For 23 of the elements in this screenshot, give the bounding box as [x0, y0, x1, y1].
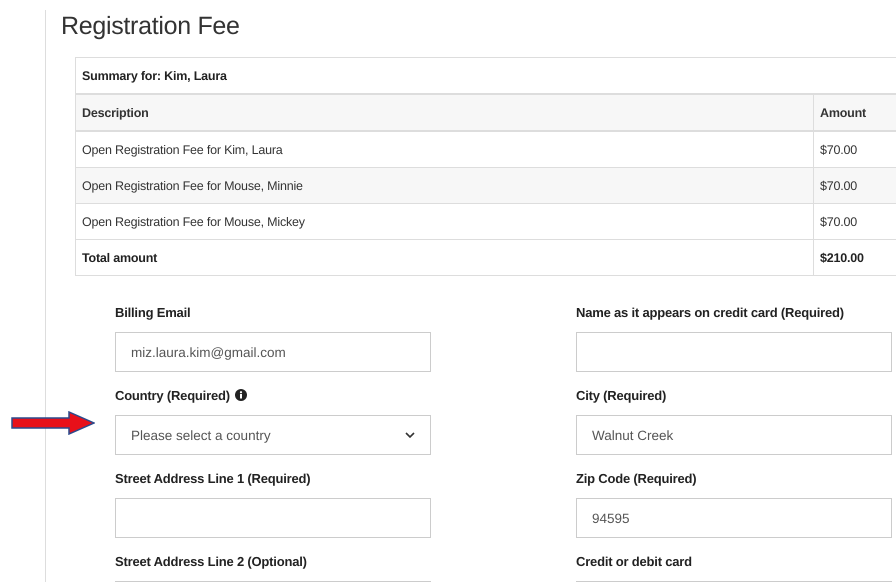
arrow-icon: [11, 411, 95, 435]
field-label: Credit or debit card: [576, 554, 692, 568]
input-field[interactable]: [115, 498, 431, 538]
input-field[interactable]: [576, 332, 892, 372]
field-label: Name as it appears on credit card (Required): [576, 304, 844, 320]
country-select[interactable]: Please select a country: [115, 415, 431, 455]
page-title: Registration Fee: [61, 12, 241, 41]
input-field[interactable]: 94595: [576, 498, 892, 538]
field-label: Street Address Line 1 (Required): [115, 470, 310, 486]
field-label: Street Address Line 2 (Optional): [115, 554, 307, 568]
field-label: City (Required): [576, 388, 666, 402]
table-cell: Open Registration Fee for Mouse, Minnie: [76, 168, 814, 204]
column-header: Description: [76, 94, 814, 131]
table-cell: Open Registration Fee for Mouse, Mickey: [76, 204, 814, 240]
input-field[interactable]: Walnut Creek: [576, 415, 892, 455]
table-cell: $70.00: [814, 168, 896, 204]
field-label: Zip Code (Required): [576, 470, 696, 486]
field-label: Billing Email: [115, 304, 190, 320]
chevron-icon: [405, 432, 415, 438]
field-label: Country (Required): [115, 388, 230, 402]
column-header: Amount: [814, 94, 896, 131]
input-field[interactable]: miz.laura.kim@gmail.com: [115, 332, 431, 372]
table-cell: Total amount: [76, 240, 814, 276]
